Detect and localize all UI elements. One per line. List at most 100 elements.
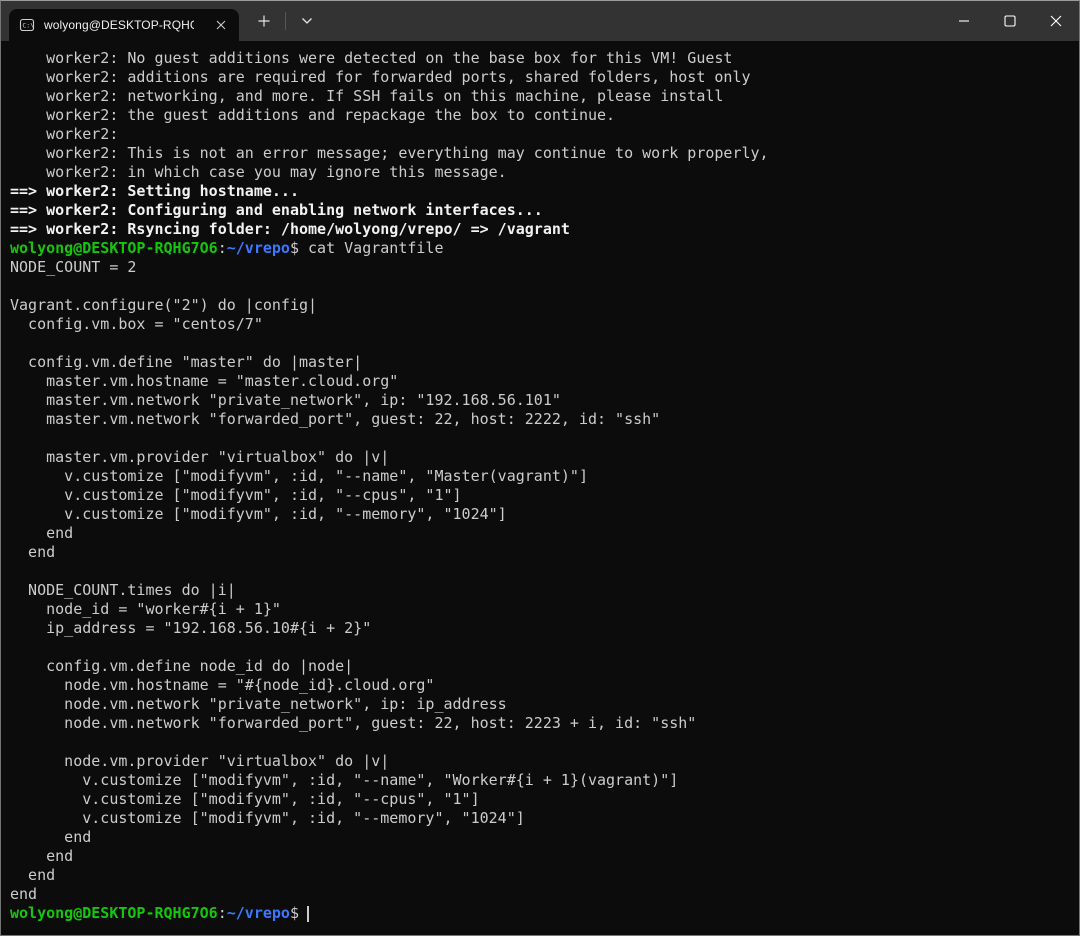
terminal-text: master.vm.network "forwarded_port", gues… [10, 410, 660, 428]
tab-active[interactable]: C:\ wolyong@DESKTOP-RQHG7O6 [9, 9, 239, 41]
terminal-line: node.vm.network "forwarded_port", guest:… [10, 714, 1075, 733]
terminal-line [10, 334, 1075, 353]
prompt-user-host: wolyong@DESKTOP-RQHG7O6 [10, 904, 218, 922]
titlebar-drag-region[interactable] [326, 1, 941, 41]
terminal-text: : [218, 239, 227, 257]
terminal-text: ==> worker2: Configuring and enabling ne… [10, 201, 543, 219]
terminal-text: $ cat Vagrantfile [290, 239, 444, 257]
terminal-line: worker2: additions are required for forw… [10, 68, 1075, 87]
terminal-line: v.customize ["modifyvm", :id, "--cpus", … [10, 486, 1075, 505]
terminal-text: node_id = "worker#{i + 1}" [10, 600, 281, 618]
terminal-window: C:\ wolyong@DESKTOP-RQHG7O6 [0, 0, 1080, 936]
terminal-line: NODE_COUNT = 2 [10, 258, 1075, 277]
terminal-line: wolyong@DESKTOP-RQHG7O6:~/vrepo$ cat Vag… [10, 239, 1075, 258]
command-prompt-icon: C:\ [19, 17, 35, 33]
terminal-text: worker2: networking, and more. If SSH fa… [10, 87, 723, 105]
terminal-text: v.customize ["modifyvm", :id, "--memory"… [10, 505, 507, 523]
terminal-line: end [10, 543, 1075, 562]
terminal-text: master.vm.network "private_network", ip:… [10, 391, 561, 409]
terminal-text: node.vm.provider "virtualbox" do |v| [10, 752, 389, 770]
prompt-user-host: wolyong@DESKTOP-RQHG7O6 [10, 239, 218, 257]
terminal-line: node.vm.hostname = "#{node_id}.cloud.org… [10, 676, 1075, 695]
terminal-text: config.vm.define "master" do |master| [10, 353, 362, 371]
terminal-text: worker2: No guest additions were detecte… [10, 49, 732, 67]
terminal-line: end [10, 524, 1075, 543]
terminal-line: v.customize ["modifyvm", :id, "--cpus", … [10, 790, 1075, 809]
terminal-line: end [10, 847, 1075, 866]
svg-text:C:\: C:\ [22, 22, 34, 30]
terminal-text: end [10, 866, 55, 884]
terminal-line: config.vm.box = "centos/7" [10, 315, 1075, 334]
terminal-text: v.customize ["modifyvm", :id, "--memory"… [10, 809, 525, 827]
tab-bar-divider [285, 12, 286, 30]
terminal-line: master.vm.hostname = "master.cloud.org" [10, 372, 1075, 391]
terminal-line: v.customize ["modifyvm", :id, "--memory"… [10, 809, 1075, 828]
terminal-text: $ [290, 904, 299, 922]
tab-dropdown-button[interactable] [288, 5, 326, 37]
maximize-button[interactable] [987, 1, 1033, 41]
prompt-cwd: ~/vrepo [227, 239, 290, 257]
terminal-line: ip_address = "192.168.56.10#{i + 2}" [10, 619, 1075, 638]
minimize-button[interactable] [941, 1, 987, 41]
terminal-text: worker2: This is not an error message; e… [10, 144, 769, 162]
terminal-text: ==> worker2: Rsyncing folder: /home/woly… [10, 220, 570, 238]
terminal-text: config.vm.box = "centos/7" [10, 315, 263, 333]
terminal-line [10, 638, 1075, 657]
close-button[interactable] [1033, 1, 1079, 41]
terminal-line: end [10, 828, 1075, 847]
terminal-text: end [10, 524, 73, 542]
terminal-line: node.vm.provider "virtualbox" do |v| [10, 752, 1075, 771]
terminal-line: Vagrant.configure("2") do |config| [10, 296, 1075, 315]
terminal-text: end [10, 885, 37, 903]
terminal-line: ==> worker2: Setting hostname... [10, 182, 1075, 201]
terminal-line: ==> worker2: Rsyncing folder: /home/woly… [10, 220, 1075, 239]
terminal-line: v.customize ["modifyvm", :id, "--name", … [10, 467, 1075, 486]
terminal-line: config.vm.define "master" do |master| [10, 353, 1075, 372]
terminal-line: ==> worker2: Configuring and enabling ne… [10, 201, 1075, 220]
terminal-line: node.vm.network "private_network", ip: i… [10, 695, 1075, 714]
terminal-output[interactable]: worker2: No guest additions were detecte… [1, 41, 1079, 935]
terminal-text: : [218, 904, 227, 922]
terminal-line: worker2: in which case you may ignore th… [10, 163, 1075, 182]
terminal-line [10, 562, 1075, 581]
terminal-text: v.customize ["modifyvm", :id, "--name", … [10, 771, 678, 789]
terminal-text: v.customize ["modifyvm", :id, "--cpus", … [10, 486, 462, 504]
terminal-text: node.vm.network "private_network", ip: i… [10, 695, 507, 713]
terminal-text: master.vm.hostname = "master.cloud.org" [10, 372, 398, 390]
terminal-text: v.customize ["modifyvm", :id, "--cpus", … [10, 790, 480, 808]
terminal-line: worker2: [10, 125, 1075, 144]
tab-title: wolyong@DESKTOP-RQHG7O6 [44, 18, 194, 32]
terminal-line: worker2: the guest additions and repacka… [10, 106, 1075, 125]
terminal-text: worker2: the guest additions and repacka… [10, 106, 615, 124]
terminal-text: worker2: [10, 125, 118, 143]
terminal-text: end [10, 847, 73, 865]
prompt-cwd: ~/vrepo [227, 904, 290, 922]
terminal-line: worker2: networking, and more. If SSH fa… [10, 87, 1075, 106]
terminal-line [10, 733, 1075, 752]
terminal-text: worker2: additions are required for forw… [10, 68, 751, 86]
terminal-text: NODE_COUNT.times do |i| [10, 581, 236, 599]
terminal-line: NODE_COUNT.times do |i| [10, 581, 1075, 600]
terminal-line [10, 429, 1075, 448]
terminal-text: NODE_COUNT = 2 [10, 258, 136, 276]
tab-close-icon[interactable] [209, 13, 233, 37]
terminal-text: Vagrant.configure("2") do |config| [10, 296, 317, 314]
terminal-line: v.customize ["modifyvm", :id, "--name", … [10, 771, 1075, 790]
terminal-line: master.vm.provider "virtualbox" do |v| [10, 448, 1075, 467]
terminal-text: v.customize ["modifyvm", :id, "--name", … [10, 467, 588, 485]
terminal-text: node.vm.network "forwarded_port", guest:… [10, 714, 696, 732]
terminal-line: end [10, 885, 1075, 904]
terminal-text: ==> worker2: Setting hostname... [10, 182, 299, 200]
terminal-line: config.vm.define node_id do |node| [10, 657, 1075, 676]
terminal-text: ip_address = "192.168.56.10#{i + 2}" [10, 619, 371, 637]
terminal-text: end [10, 828, 91, 846]
terminal-cursor [307, 906, 309, 922]
new-tab-button[interactable] [245, 5, 283, 37]
terminal-line: worker2: No guest additions were detecte… [10, 49, 1075, 68]
terminal-line: end [10, 866, 1075, 885]
terminal-line: worker2: This is not an error message; e… [10, 144, 1075, 163]
titlebar[interactable]: C:\ wolyong@DESKTOP-RQHG7O6 [1, 1, 1079, 41]
terminal-line: master.vm.network "forwarded_port", gues… [10, 410, 1075, 429]
terminal-text: end [10, 543, 55, 561]
terminal-line: node_id = "worker#{i + 1}" [10, 600, 1075, 619]
